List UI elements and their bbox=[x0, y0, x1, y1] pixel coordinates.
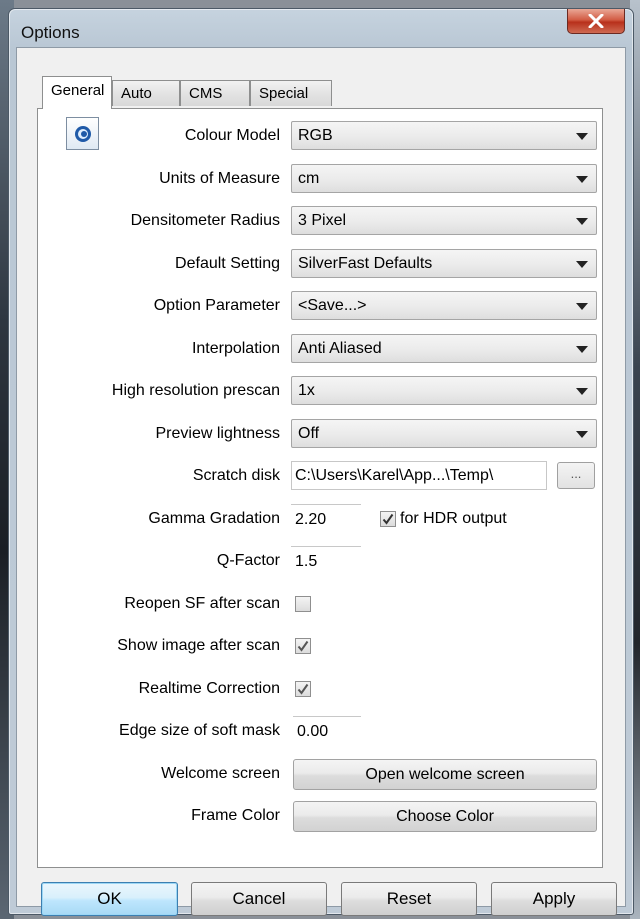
frame-color-label: Frame Color bbox=[191, 807, 280, 824]
show-image-checkbox[interactable] bbox=[295, 638, 311, 654]
q-factor-field[interactable]: 1.5 bbox=[291, 546, 361, 576]
show-image-label: Show image after scan bbox=[117, 637, 280, 654]
hdr-output-label: for HDR output bbox=[400, 510, 507, 527]
tab-general[interactable]: General bbox=[42, 76, 112, 109]
units-of-measure-label: Units of Measure bbox=[159, 170, 280, 187]
interpolation-row: Interpolation Anti Aliased bbox=[38, 334, 604, 364]
scratch-disk-row: Scratch disk C:\Users\Karel\App...\Temp\… bbox=[38, 461, 604, 491]
option-parameter-select[interactable]: <Save...> bbox=[291, 291, 597, 320]
preview-lightness-row: Preview lightness Off bbox=[38, 419, 604, 449]
chevron-down-icon bbox=[576, 388, 588, 395]
chevron-down-icon bbox=[576, 218, 588, 225]
default-setting-row: Default Setting SilverFast Defaults bbox=[38, 249, 604, 279]
tab-special[interactable]: Special bbox=[250, 80, 332, 106]
chevron-down-icon bbox=[576, 176, 588, 183]
reopen-sf-checkbox[interactable] bbox=[295, 596, 311, 612]
chevron-down-icon bbox=[576, 261, 588, 268]
high-res-prescan-value: 1x bbox=[298, 382, 315, 399]
gamma-gradation-field[interactable]: 2.20 bbox=[291, 504, 361, 534]
edge-size-label: Edge size of soft mask bbox=[119, 722, 280, 739]
preview-lightness-value: Off bbox=[298, 425, 320, 442]
interpolation-label: Interpolation bbox=[191, 340, 280, 357]
edge-size-row: Edge size of soft mask 0.00 bbox=[38, 716, 604, 746]
realtime-correction-row: Realtime Correction bbox=[38, 674, 604, 704]
ok-button[interactable]: OK bbox=[41, 882, 178, 916]
units-of-measure-row: Units of Measure cm bbox=[38, 164, 604, 194]
default-setting-label: Default Setting bbox=[175, 255, 280, 272]
tab-auto[interactable]: Auto bbox=[112, 80, 180, 106]
title-bar[interactable]: Options bbox=[9, 9, 633, 49]
units-of-measure-value: cm bbox=[298, 170, 320, 187]
choose-color-button[interactable]: Choose Color bbox=[293, 801, 597, 832]
checkmark-icon bbox=[297, 640, 309, 652]
densitometer-radius-row: Densitometer Radius 3 Pixel bbox=[38, 206, 604, 236]
option-parameter-row: Option Parameter <Save...> bbox=[38, 291, 604, 321]
realtime-correction-checkbox[interactable] bbox=[295, 681, 311, 697]
general-tab-panel: Colour Model RGB Units of Measure cm Den… bbox=[37, 108, 603, 868]
cancel-button[interactable]: Cancel bbox=[191, 882, 327, 916]
high-res-prescan-row: High resolution prescan 1x bbox=[38, 376, 604, 406]
welcome-screen-row: Welcome screen Open welcome screen bbox=[38, 759, 604, 790]
colour-model-label: Colour Model bbox=[184, 127, 280, 144]
densitometer-radius-select[interactable]: 3 Pixel bbox=[291, 206, 597, 235]
interpolation-value: Anti Aliased bbox=[298, 340, 382, 357]
preview-lightness-label: Preview lightness bbox=[155, 425, 281, 442]
densitometer-radius-label: Densitometer Radius bbox=[130, 212, 280, 229]
densitometer-radius-value: 3 Pixel bbox=[298, 212, 347, 229]
interpolation-select[interactable]: Anti Aliased bbox=[291, 334, 597, 363]
window-title: Options bbox=[21, 23, 80, 42]
options-dialog: Options General Auto CMS Special Colour … bbox=[8, 8, 634, 916]
default-setting-select[interactable]: SilverFast Defaults bbox=[291, 249, 597, 278]
gamma-gradation-row: Gamma Gradation 2.20 for HDR output bbox=[38, 504, 604, 534]
units-of-measure-select[interactable]: cm bbox=[291, 164, 597, 193]
q-factor-label: Q-Factor bbox=[216, 552, 280, 569]
high-res-prescan-select[interactable]: 1x bbox=[291, 376, 597, 405]
frame-color-row: Frame Color Choose Color bbox=[38, 801, 604, 832]
edge-size-field[interactable]: 0.00 bbox=[293, 716, 361, 746]
option-parameter-label: Option Parameter bbox=[153, 297, 280, 314]
chevron-down-icon bbox=[576, 303, 588, 310]
reopen-sf-row: Reopen SF after scan bbox=[38, 589, 604, 619]
chevron-down-icon bbox=[576, 346, 588, 353]
hdr-output-checkbox[interactable] bbox=[380, 511, 396, 527]
scratch-disk-path-field[interactable]: C:\Users\Karel\App...\Temp\ bbox=[291, 461, 547, 490]
close-icon bbox=[588, 14, 604, 28]
option-parameter-value: <Save...> bbox=[298, 297, 367, 314]
scratch-disk-browse-button[interactable]: ... bbox=[557, 462, 595, 489]
checkmark-icon bbox=[297, 683, 309, 695]
welcome-screen-label: Welcome screen bbox=[161, 765, 280, 782]
checkmark-icon bbox=[382, 513, 394, 525]
close-button[interactable] bbox=[567, 9, 625, 34]
colour-model-value: RGB bbox=[298, 127, 333, 144]
high-res-prescan-label: High resolution prescan bbox=[111, 382, 280, 399]
realtime-correction-label: Realtime Correction bbox=[138, 680, 280, 697]
colour-model-select[interactable]: RGB bbox=[291, 121, 597, 150]
open-welcome-screen-button[interactable]: Open welcome screen bbox=[293, 759, 597, 790]
reset-button[interactable]: Reset bbox=[341, 882, 477, 916]
colour-model-row: Colour Model RGB bbox=[38, 121, 604, 151]
chevron-down-icon bbox=[576, 133, 588, 140]
reopen-sf-label: Reopen SF after scan bbox=[124, 595, 280, 612]
show-image-row: Show image after scan bbox=[38, 631, 604, 661]
gamma-gradation-label: Gamma Gradation bbox=[148, 510, 280, 527]
tab-cms[interactable]: CMS bbox=[180, 80, 250, 106]
scratch-disk-label: Scratch disk bbox=[192, 467, 280, 484]
q-factor-row: Q-Factor 1.5 bbox=[38, 546, 604, 576]
preview-lightness-select[interactable]: Off bbox=[291, 419, 597, 448]
dialog-client-area: General Auto CMS Special Colour Model RG… bbox=[16, 47, 626, 916]
chevron-down-icon bbox=[576, 431, 588, 438]
apply-button[interactable]: Apply bbox=[491, 882, 617, 916]
default-setting-value: SilverFast Defaults bbox=[298, 255, 433, 272]
